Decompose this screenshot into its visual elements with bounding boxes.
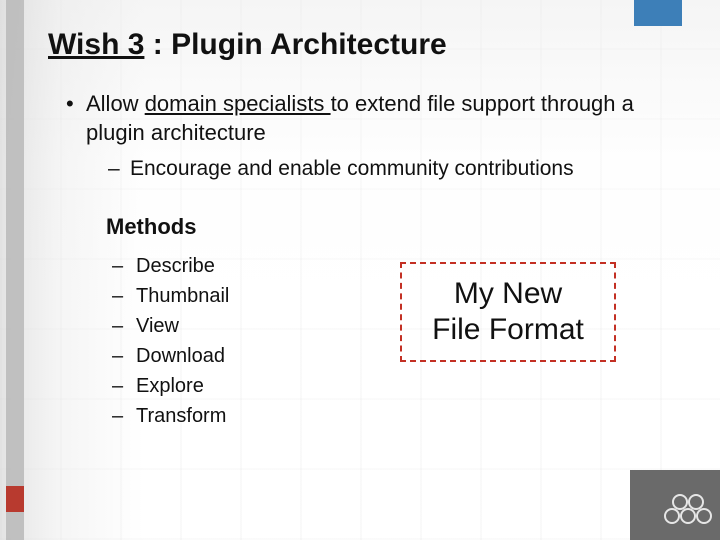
slide-title: Wish 3 : Plugin Architecture <box>48 28 690 62</box>
main-bullet: Allow domain specialists to extend file … <box>66 90 690 147</box>
methods-list: Describe Thumbnail View Download Explore… <box>106 250 326 432</box>
method-item: Describe <box>106 252 326 280</box>
logo-circle-icon <box>680 508 696 524</box>
title-rest: : Plugin Architecture <box>144 28 446 61</box>
method-item: View <box>106 312 326 340</box>
method-item: Thumbnail <box>106 282 326 310</box>
main-bullet-prefix: Allow <box>86 91 145 116</box>
sub-bullet: Encourage and enable community contribut… <box>108 155 690 182</box>
left-stripe-decoration <box>6 0 24 540</box>
logo-circles <box>659 486 714 536</box>
corner-logo <box>630 470 720 540</box>
top-accent-block <box>634 0 682 26</box>
logo-circle-icon <box>664 508 680 524</box>
left-accent-block <box>6 486 24 512</box>
main-bullet-underlined: domain specialists <box>145 91 331 116</box>
method-item: Transform <box>106 402 326 430</box>
method-item: Download <box>106 342 326 370</box>
callout-box: My New File Format <box>400 262 616 362</box>
callout-line1: My New <box>432 276 584 312</box>
logo-circle-icon <box>696 508 712 524</box>
callout-wrap: My New File Format <box>326 250 690 362</box>
slide: Wish 3 : Plugin Architecture Allow domai… <box>0 0 720 540</box>
columns: Describe Thumbnail View Download Explore… <box>48 250 690 432</box>
title-underlined: Wish 3 <box>48 28 144 61</box>
methods-heading: Methods <box>106 214 690 240</box>
content-area: Wish 3 : Plugin Architecture Allow domai… <box>48 28 690 520</box>
method-item: Explore <box>106 372 326 400</box>
callout-line2: File Format <box>432 312 584 348</box>
